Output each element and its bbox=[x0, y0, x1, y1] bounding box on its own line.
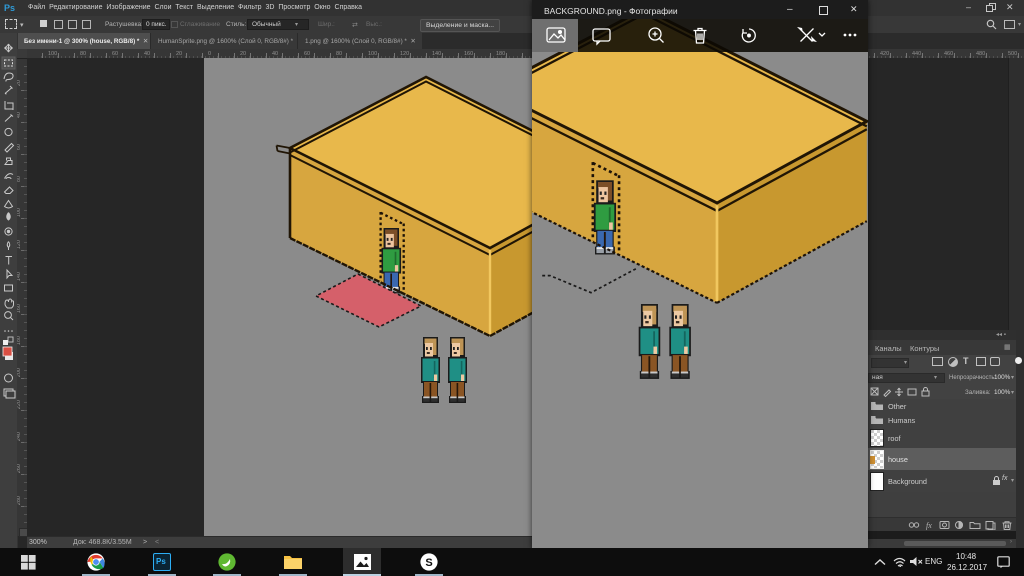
svg-text:S: S bbox=[425, 557, 432, 569]
svg-text:fx: fx bbox=[926, 521, 932, 530]
